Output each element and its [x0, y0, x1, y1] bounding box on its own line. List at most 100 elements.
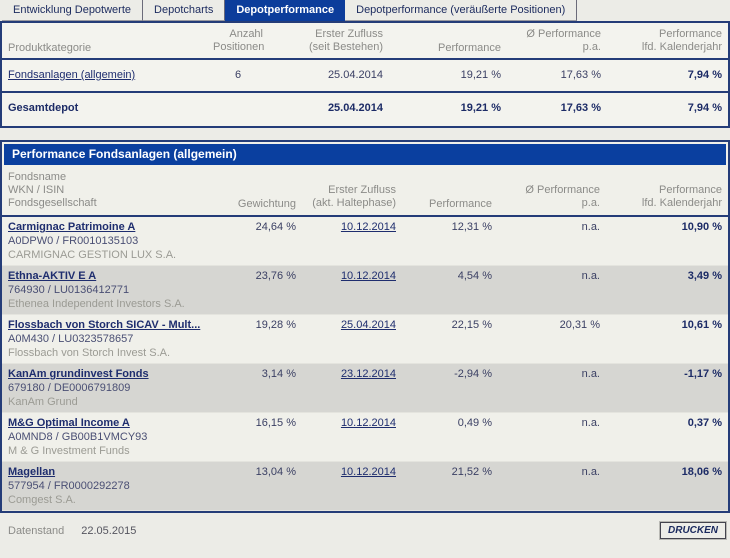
fund-company: Comgest S.A.	[8, 494, 76, 506]
performance-value: 22,15 %	[402, 314, 498, 364]
footer: Datenstand 22.05.2015 DRUCKEN	[0, 521, 730, 540]
header-line: WKN / ISIN	[8, 184, 65, 196]
summary-row-fondsanlagen: Fondsanlagen (allgemein) 6 25.04.2014 19…	[2, 59, 728, 92]
col-performance: Performance	[402, 167, 498, 217]
avg-performance-value: 17,63 %	[560, 69, 601, 81]
anzahl-value: 6	[234, 69, 242, 81]
zufluss-date-link[interactable]: 25.04.2014	[341, 319, 396, 331]
col-anzahl-positionen: Anzahl Positionen	[207, 23, 269, 60]
detail-panel: Performance Fondsanlagen (allgemein) Fon…	[0, 140, 730, 513]
fund-name-link[interactable]: M&G Optimal Income A	[8, 417, 130, 429]
avg-performance-value: n.a.	[498, 216, 606, 266]
summary-header-row: Produktkategorie Anzahl Positionen Erste…	[2, 23, 728, 60]
fund-wkn-isin: 679180 / DE0006791809	[8, 382, 131, 394]
performance-value: 21,52 %	[402, 461, 498, 511]
fund-row: Carmignac Patrimoine A A0DPW0 / FR001013…	[2, 216, 728, 266]
fund-wkn-isin: 764930 / LU0136412771	[8, 284, 130, 296]
col-gewichtung: Gewichtung	[220, 167, 302, 217]
print-button[interactable]: DRUCKEN	[659, 521, 727, 540]
detail-header-row: Fondsname WKN / ISIN Fondsgesellschaft G…	[2, 167, 728, 217]
header-line: Erster Zufluss	[315, 28, 383, 40]
fund-company: Ethenea Independent Investors S.A.	[8, 298, 185, 310]
gewichtung-value: 3,14 %	[220, 363, 302, 413]
kalenderjahr-value: 10,61 %	[606, 314, 728, 364]
zufluss-value: 25.04.2014	[327, 69, 383, 81]
header-line: Performance	[659, 184, 722, 196]
fund-wkn-isin: A0DPW0 / FR0010135103	[8, 235, 139, 247]
col-performance: Performance	[389, 23, 507, 60]
kalenderjahr-value: 10,90 %	[606, 216, 728, 266]
header-line: Fondsname	[8, 171, 67, 183]
fund-name-link[interactable]: Carmignac Patrimoine A	[8, 221, 135, 233]
detail-table: Fondsname WKN / ISIN Fondsgesellschaft G…	[2, 167, 728, 511]
detail-panel-title: Performance Fondsanlagen (allgemein)	[4, 144, 726, 165]
datenstand-date: 22.05.2015	[81, 524, 137, 537]
fund-name-link[interactable]: Magellan	[8, 466, 55, 478]
header-line: Ø Performance	[526, 28, 601, 40]
header-line: Ø Performance	[525, 184, 600, 196]
fund-row: Magellan 577954 / FR0000292278 Comgest S…	[2, 461, 728, 511]
summary-table: Produktkategorie Anzahl Positionen Erste…	[2, 23, 728, 126]
fund-name-link[interactable]: Ethna-AKTIV E A	[8, 270, 96, 282]
fund-company: M & G Investment Funds	[8, 445, 130, 457]
tab-depotperformance[interactable]: Depotperformance	[225, 0, 346, 21]
header-line: Fondsgesellschaft	[8, 197, 97, 209]
avg-performance-value: n.a.	[498, 265, 606, 315]
header-line: lfd. Kalenderjahr	[641, 41, 722, 53]
fund-row: M&G Optimal Income A A0MND8 / GB00B1VMCY…	[2, 412, 728, 462]
avg-performance-value: n.a.	[498, 412, 606, 462]
col-fondsname: Fondsname WKN / ISIN Fondsgesellschaft	[2, 167, 220, 217]
fund-row: Flossbach von Storch SICAV - Mult... A0M…	[2, 314, 728, 364]
col-erster-zufluss: Erster Zufluss (seit Bestehen)	[269, 23, 389, 60]
header-line: p.a.	[581, 197, 600, 209]
col-avg-performance: Ø Performance p.a.	[498, 167, 606, 217]
datenstand-label: Datenstand	[8, 524, 65, 537]
summary-panel: Produktkategorie Anzahl Positionen Erste…	[0, 21, 730, 128]
anzahl-value	[207, 91, 269, 126]
tab-depotperformance-veraeusserte[interactable]: Depotperformance (veräußerte Positionen)	[345, 0, 578, 21]
performance-value: 4,54 %	[402, 265, 498, 315]
zufluss-date-link[interactable]: 10.12.2014	[341, 417, 396, 429]
kalenderjahr-value: 18,06 %	[606, 461, 728, 511]
header-line: Anzahl	[229, 28, 263, 40]
col-erster-zufluss: Erster Zufluss (akt. Haltephase)	[302, 167, 402, 217]
gewichtung-value: 24,64 %	[220, 216, 302, 266]
performance-value: 19,21 %	[389, 91, 507, 126]
header-line: Performance	[659, 28, 722, 40]
col-avg-performance: Ø Performance p.a.	[507, 23, 607, 60]
col-produktkategorie: Produktkategorie	[2, 23, 207, 60]
performance-value: -2,94 %	[402, 363, 498, 413]
tab-depotcharts[interactable]: Depotcharts	[143, 0, 226, 21]
avg-performance-value: 20,31 %	[498, 314, 606, 364]
performance-value: 19,21 %	[460, 69, 501, 81]
fund-row: Ethna-AKTIV E A 764930 / LU0136412771 Et…	[2, 265, 728, 315]
zufluss-date-link[interactable]: 10.12.2014	[341, 221, 396, 233]
zufluss-date-link[interactable]: 10.12.2014	[341, 270, 396, 282]
kalenderjahr-value: 7,94 %	[687, 69, 722, 81]
gewichtung-value: 19,28 %	[220, 314, 302, 364]
kalenderjahr-value: -1,17 %	[606, 363, 728, 413]
avg-performance-value: n.a.	[498, 363, 606, 413]
zufluss-date-link[interactable]: 10.12.2014	[341, 466, 396, 478]
header-line: (seit Bestehen)	[309, 41, 383, 53]
header-line: lfd. Kalenderjahr	[641, 197, 722, 209]
fondsanlagen-link[interactable]: Fondsanlagen (allgemein)	[8, 69, 135, 81]
fund-name-link[interactable]: Flossbach von Storch SICAV - Mult...	[8, 319, 200, 331]
header-line: Erster Zufluss	[328, 184, 396, 196]
performance-value: 0,49 %	[402, 412, 498, 462]
fund-row: KanAm grundinvest Fonds 679180 / DE00067…	[2, 363, 728, 413]
avg-performance-value: 17,63 %	[507, 91, 607, 126]
zufluss-date-link[interactable]: 23.12.2014	[341, 368, 396, 380]
gewichtung-value: 23,76 %	[220, 265, 302, 315]
summary-row-gesamtdepot: Gesamtdepot 25.04.2014 19,21 % 17,63 % 7…	[2, 91, 728, 126]
header-line: (akt. Haltephase)	[312, 197, 396, 209]
header-line: p.a.	[582, 41, 601, 53]
fund-company: KanAm Grund	[8, 396, 78, 408]
kalenderjahr-value: 0,37 %	[606, 412, 728, 462]
fund-name-link[interactable]: KanAm grundinvest Fonds	[8, 368, 149, 380]
gesamtdepot-label: Gesamtdepot	[2, 91, 207, 126]
fund-wkn-isin: 577954 / FR0000292278	[8, 480, 130, 492]
col-performance-kalenderjahr: Performance lfd. Kalenderjahr	[607, 23, 728, 60]
kalenderjahr-value: 3,49 %	[606, 265, 728, 315]
tab-entwicklung-depotwerte[interactable]: Entwicklung Depotwerte	[2, 0, 144, 21]
